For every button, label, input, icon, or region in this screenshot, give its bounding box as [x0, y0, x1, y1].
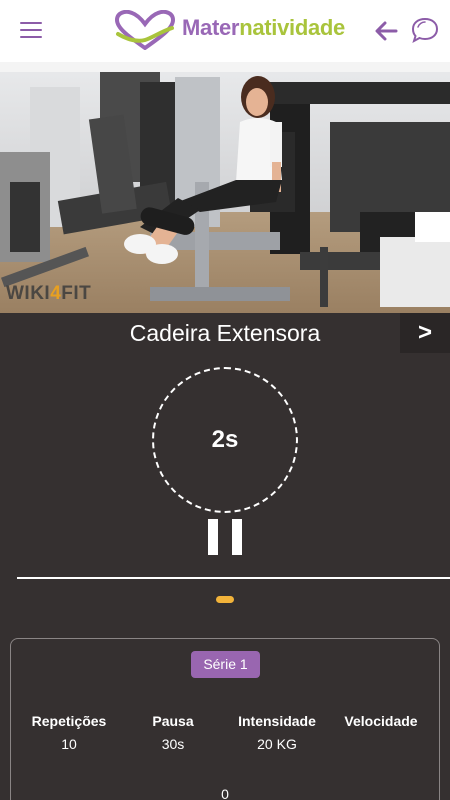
timer-value: 2s [211, 426, 239, 453]
stat-speed: Velocidade [338, 712, 424, 735]
series-badge[interactable]: Série 1 [191, 651, 260, 678]
pause-icon [208, 519, 218, 555]
app-header: Maternatividade [0, 0, 450, 62]
stat-label: Velocidade [344, 713, 418, 729]
brand-name: Maternatividade [182, 15, 345, 40]
pause-button[interactable] [208, 519, 242, 555]
stat-pause: Pausa 30s [140, 712, 206, 753]
chat-bubble-icon[interactable] [410, 15, 440, 45]
back-arrow-icon[interactable] [372, 17, 400, 45]
series-counter-value: 0 [221, 786, 229, 800]
menu-icon[interactable] [20, 22, 42, 40]
pause-icon [232, 519, 242, 555]
workout-screen: Maternatividade WIKI4FIT Cadeira Extenso… [0, 0, 450, 800]
exercise-photo: WIKI4FIT [0, 62, 450, 313]
divider [17, 577, 450, 579]
stat-value: 30s [161, 736, 185, 752]
stat-label: Intensidade [238, 713, 316, 729]
heart-logo-icon [114, 10, 176, 50]
brand-logo: Maternatividade [114, 10, 345, 50]
photo-watermark: WIKI4FIT [6, 283, 92, 304]
stat-label: Repetições [31, 713, 107, 729]
stat-value: 10 [61, 736, 77, 752]
stat-label: Pausa [152, 713, 194, 729]
stat-intensity: Intensidade 20 KG [232, 712, 322, 753]
exercise-title: Cadeira Extensora [129, 320, 321, 346]
stat-repetitions: Repetições 10 [27, 712, 111, 753]
stat-value: 20 KG [257, 736, 297, 752]
next-exercise-button[interactable]: > [400, 313, 450, 353]
page-indicator-dot[interactable] [216, 596, 234, 603]
